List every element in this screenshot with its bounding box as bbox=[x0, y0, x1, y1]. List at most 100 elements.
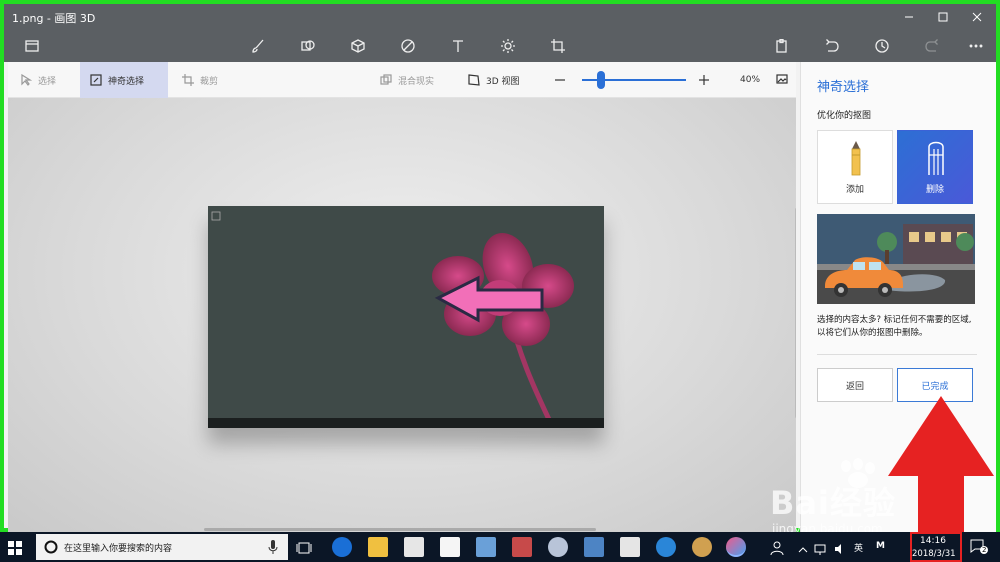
weather-app[interactable] bbox=[548, 537, 568, 557]
more-icon bbox=[969, 44, 983, 48]
ime-language[interactable]: 英 bbox=[854, 541, 863, 554]
zoom-out-button[interactable] bbox=[544, 62, 576, 98]
show-hidden-icons-button[interactable] bbox=[798, 540, 808, 559]
add-label: 添加 bbox=[845, 185, 864, 195]
flower-picture bbox=[211, 211, 574, 428]
network-icon bbox=[814, 544, 826, 555]
clock-time: 14:16 bbox=[920, 536, 946, 546]
selection-toolbar: 选择 神奇选择 裁剪 混合现实 3D 视图 40% bbox=[8, 62, 796, 98]
screenshot-app[interactable] bbox=[512, 537, 532, 557]
panel-title: 神奇选择 bbox=[817, 80, 870, 95]
mixed-reality-icon bbox=[380, 74, 392, 85]
paste-icon bbox=[776, 39, 787, 53]
drawing-canvas[interactable] bbox=[8, 98, 796, 534]
magic-select-tool[interactable]: 神奇选择 bbox=[80, 62, 168, 98]
maximize-button[interactable] bbox=[926, 4, 960, 30]
ime-mode[interactable]: M bbox=[876, 541, 885, 551]
ie-app[interactable] bbox=[656, 537, 676, 557]
view-options-button[interactable] bbox=[770, 62, 794, 98]
redo-button[interactable] bbox=[922, 36, 942, 56]
minus-icon bbox=[555, 79, 565, 81]
close-icon bbox=[972, 12, 982, 22]
task-view-icon bbox=[296, 542, 312, 554]
task-view-button[interactable] bbox=[296, 540, 312, 559]
brush-tool[interactable] bbox=[248, 36, 268, 56]
back-button[interactable]: 返回 bbox=[817, 368, 893, 402]
window-title: 1.png - 画图 3D bbox=[12, 12, 96, 25]
zoom-level: 40% bbox=[730, 62, 770, 98]
close-button[interactable] bbox=[960, 4, 994, 30]
stickers-tool[interactable] bbox=[398, 36, 418, 56]
horizontal-scrollbar[interactable] bbox=[204, 528, 596, 531]
people-icon bbox=[770, 541, 784, 556]
text-tool[interactable] bbox=[448, 36, 468, 56]
paint3d-window: 1.png - 画图 3D 选择 神奇选择 裁剪 混合现实 3D 视图 40% … bbox=[0, 0, 1000, 536]
stickers-icon bbox=[401, 39, 415, 53]
menu-button[interactable] bbox=[22, 36, 42, 56]
mail-app[interactable] bbox=[440, 537, 460, 557]
canvas-tool[interactable] bbox=[548, 36, 568, 56]
history-button[interactable] bbox=[872, 36, 892, 56]
calculator-app[interactable] bbox=[620, 537, 640, 557]
paint3d-app[interactable] bbox=[726, 537, 746, 557]
2d-shapes-tool[interactable] bbox=[298, 36, 318, 56]
paste-button[interactable] bbox=[772, 36, 792, 56]
more-button[interactable] bbox=[966, 36, 986, 56]
taskbar-search-box[interactable]: 在这里输入你要搜索的内容 bbox=[36, 534, 288, 560]
maximize-icon bbox=[938, 12, 948, 22]
notification-count: 2 bbox=[980, 546, 989, 554]
vertical-scrollbar[interactable] bbox=[795, 208, 796, 418]
zoom-slider-thumb[interactable] bbox=[597, 71, 605, 89]
remote-desktop-app[interactable] bbox=[476, 537, 496, 557]
panel-description: 选择的内容太多? 标记任何不需要的区域, 以将它们从你的抠图中删除。 bbox=[817, 315, 972, 338]
menu-icon bbox=[25, 40, 39, 52]
people-button[interactable] bbox=[770, 540, 784, 556]
store-app[interactable] bbox=[404, 537, 424, 557]
mixed-reality-button[interactable]: 混合现实 bbox=[370, 62, 444, 98]
3d-view-icon bbox=[468, 74, 480, 86]
panel-divider bbox=[817, 354, 977, 355]
paint-app[interactable] bbox=[692, 537, 712, 557]
watermark-brand: Bai经验 bbox=[770, 484, 896, 522]
edge-app[interactable] bbox=[332, 537, 352, 557]
file-explorer-app[interactable] bbox=[368, 537, 388, 557]
chevron-up-icon bbox=[798, 547, 808, 553]
image-icon bbox=[776, 74, 788, 84]
back-label: 返回 bbox=[845, 381, 864, 392]
plus-icon bbox=[699, 75, 709, 85]
3d-view-button[interactable]: 3D 视图 bbox=[458, 62, 530, 98]
effects-icon bbox=[501, 39, 515, 53]
undo-button[interactable] bbox=[822, 36, 842, 56]
remove-button[interactable]: 删除 bbox=[897, 130, 973, 204]
clock-date: 2018/3/31 bbox=[912, 549, 956, 559]
crop-tool[interactable]: 裁剪 bbox=[172, 62, 228, 98]
pencil-icon bbox=[851, 141, 861, 176]
volume-button[interactable] bbox=[834, 540, 846, 559]
zoom-value: 40% bbox=[740, 75, 761, 85]
canvas-icon bbox=[551, 39, 565, 53]
effects-tool[interactable] bbox=[498, 36, 518, 56]
zoom-in-button[interactable] bbox=[688, 62, 720, 98]
remove-label: 删除 bbox=[925, 185, 944, 195]
selected-image[interactable] bbox=[208, 206, 604, 428]
clock-highlight[interactable]: 14:16 2018/3/31 bbox=[910, 532, 962, 562]
brush-icon bbox=[252, 39, 264, 53]
add-button[interactable]: 添加 bbox=[817, 130, 893, 204]
eraser-icon bbox=[928, 141, 944, 175]
panel-subtitle: 优化你的抠图 bbox=[817, 111, 872, 121]
select-label: 选择 bbox=[38, 76, 57, 87]
start-button[interactable] bbox=[8, 540, 22, 559]
action-center-button[interactable]: 2 bbox=[970, 538, 989, 556]
notepad-app[interactable] bbox=[584, 537, 604, 557]
crop-label: 裁剪 bbox=[200, 76, 219, 87]
magic-select-label: 神奇选择 bbox=[108, 76, 145, 87]
car-illustration bbox=[817, 214, 975, 304]
minimize-button[interactable] bbox=[892, 4, 926, 30]
undo-icon bbox=[826, 39, 839, 52]
select-tool[interactable]: 选择 bbox=[10, 62, 66, 98]
network-button[interactable] bbox=[814, 540, 826, 559]
3d-view-label: 3D 视图 bbox=[486, 76, 520, 87]
3d-shapes-tool[interactable] bbox=[348, 36, 368, 56]
baidu-watermark: Bai经验 jingyan.baidu.com bbox=[766, 458, 956, 538]
minimize-icon bbox=[905, 16, 913, 18]
